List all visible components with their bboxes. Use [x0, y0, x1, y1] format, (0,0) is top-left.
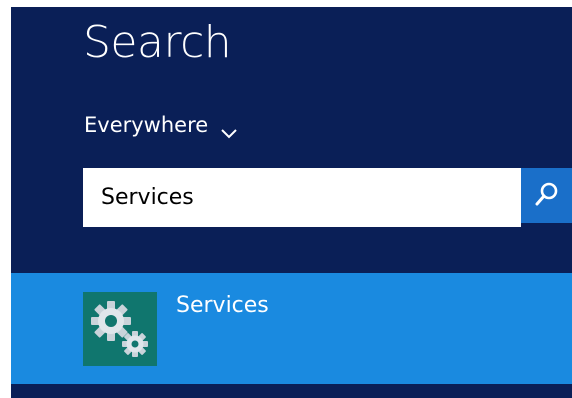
search-input[interactable] [83, 185, 521, 210]
search-box [83, 168, 521, 227]
search-scope-label: Everywhere [84, 113, 209, 137]
search-scope-dropdown[interactable]: Everywhere [84, 107, 238, 143]
search-charm-pane: Search Everywhere Services Services [11, 7, 572, 398]
search-icon [533, 180, 561, 212]
pane-title: Search [83, 17, 232, 68]
search-result-item[interactable]: Services [11, 273, 572, 384]
chevron-down-icon [220, 121, 238, 139]
search-button[interactable] [521, 168, 572, 223]
services-gears-icon [83, 292, 157, 366]
result-label: Services [176, 293, 269, 318]
